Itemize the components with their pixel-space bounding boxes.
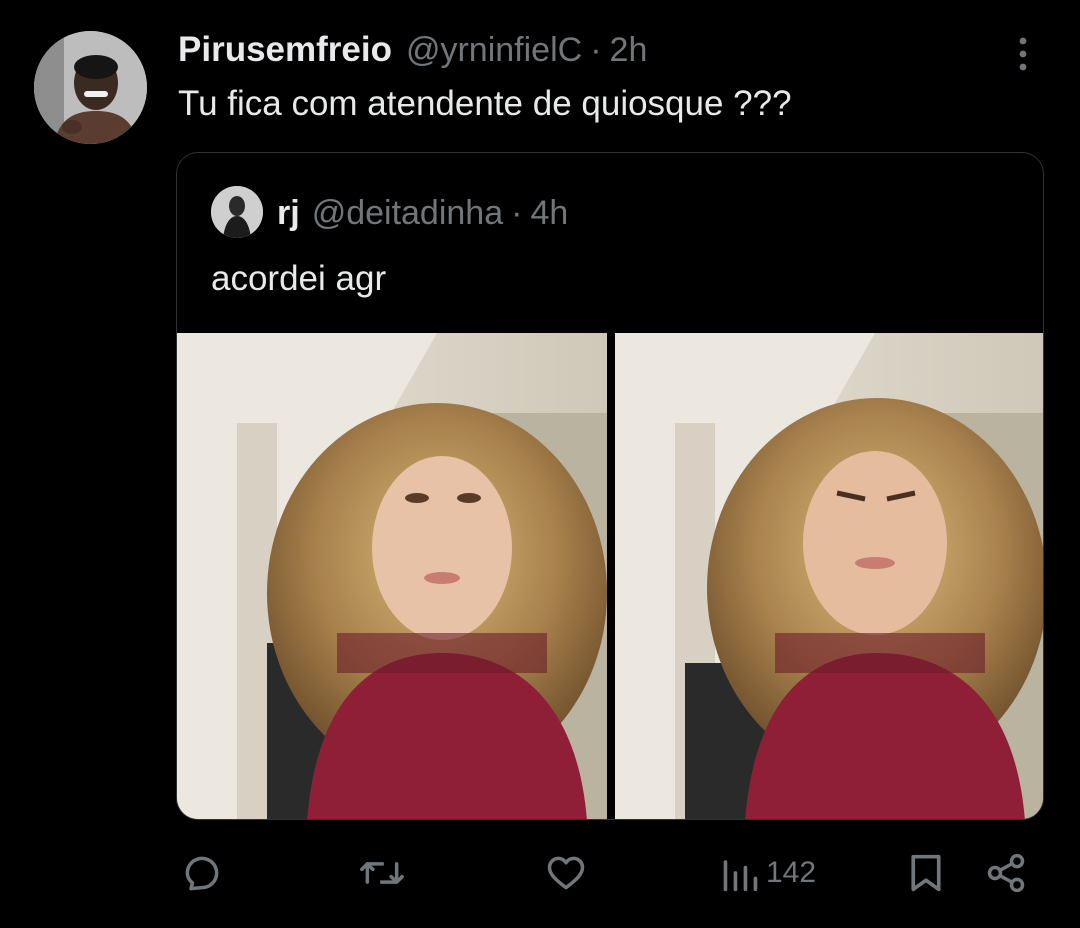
quoted-tweet[interactable]: rj @deitadinha · 4h acordei agr <box>176 152 1044 820</box>
views-button[interactable]: 142 <box>720 848 816 898</box>
share-button[interactable] <box>984 848 1028 898</box>
header-separator: · <box>590 30 602 69</box>
bookmark-icon <box>906 851 946 895</box>
views-chart-icon <box>720 851 760 895</box>
reply-button[interactable] <box>180 848 224 898</box>
action-bar: 142 <box>0 848 1080 898</box>
author-handle[interactable]: @yrninfielC <box>406 31 582 70</box>
quoted-separator: · <box>511 193 523 232</box>
like-button[interactable] <box>544 848 588 898</box>
author-avatar[interactable] <box>34 31 147 144</box>
more-options-icon[interactable] <box>1016 36 1030 72</box>
quoted-display-name[interactable]: rj <box>277 194 300 233</box>
tweet-header: Pirusemfreio @yrninfielC · 2h <box>178 28 647 72</box>
views-count: 142 <box>766 856 817 889</box>
quoted-author-avatar[interactable] <box>211 186 263 238</box>
share-icon <box>984 851 1028 895</box>
reply-icon <box>180 851 224 895</box>
quoted-tweet-header: rj @deitadinha · 4h <box>277 191 568 235</box>
quoted-timestamp[interactable]: 4h <box>530 194 568 233</box>
photo-scrunched-face[interactable] <box>615 333 1043 819</box>
quoted-tweet-text: acordei agr <box>211 259 387 298</box>
bookmark-button[interactable] <box>906 848 946 898</box>
photo-neutral-face[interactable] <box>177 333 607 819</box>
heart-icon <box>544 851 588 895</box>
tweet-text: Tu fica com atendente de quiosque ??? <box>178 84 792 123</box>
retweet-button[interactable] <box>358 848 406 898</box>
quoted-handle[interactable]: @deitadinha <box>312 194 503 233</box>
retweet-icon <box>358 851 406 895</box>
tweet-timestamp[interactable]: 2h <box>610 31 648 70</box>
author-display-name[interactable]: Pirusemfreio <box>178 30 392 70</box>
tweet-card[interactable]: Pirusemfreio @yrninfielC · 2h Tu fica co… <box>0 0 1080 928</box>
